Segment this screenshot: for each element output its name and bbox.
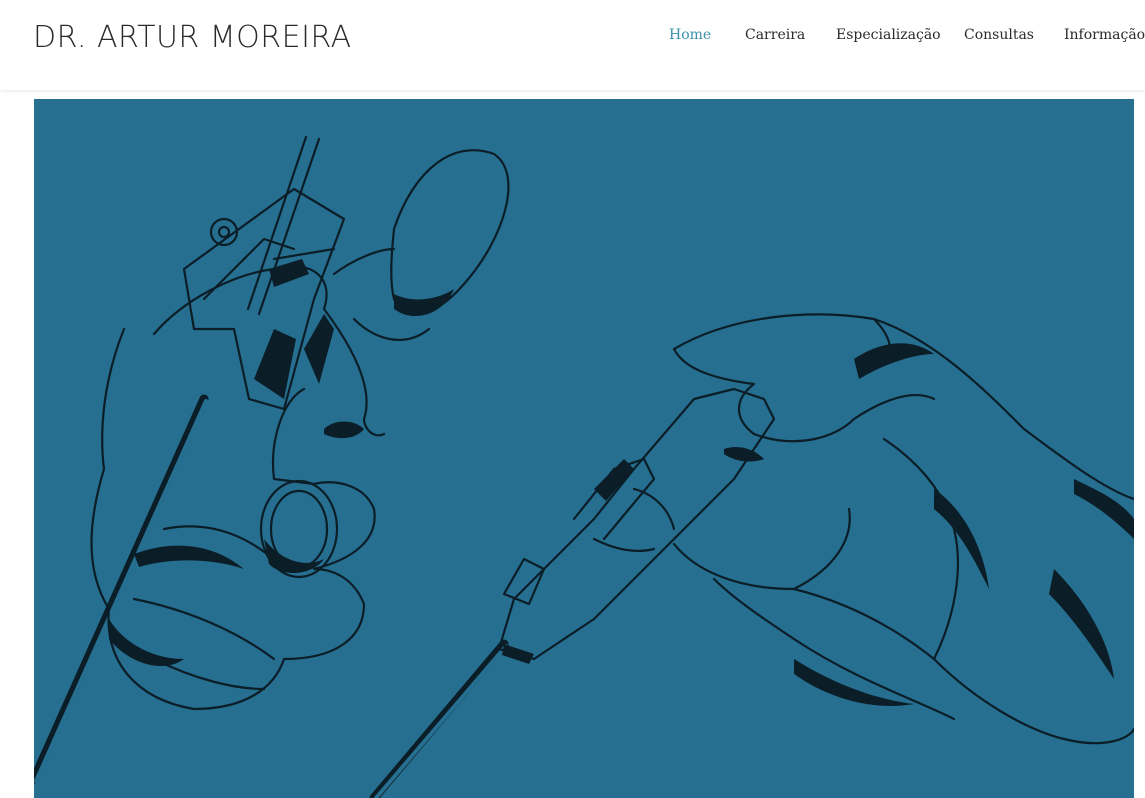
nav-item-especializacao[interactable]: Especialização <box>836 27 941 43</box>
hero-banner <box>34 99 1134 798</box>
site-logo[interactable]: DR. ARTUR MOREIRA <box>33 20 352 55</box>
nav-item-informacao[interactable]: Informação <box>1064 27 1145 43</box>
nav-item-home[interactable]: Home <box>669 27 711 43</box>
nav-item-consultas[interactable]: Consultas <box>964 27 1034 43</box>
nav-item-carreira[interactable]: Carreira <box>745 27 805 43</box>
surgeon-hands-illustration <box>34 135 1134 798</box>
site-header: DR. ARTUR MOREIRA Home Carreira Especial… <box>0 0 1145 90</box>
